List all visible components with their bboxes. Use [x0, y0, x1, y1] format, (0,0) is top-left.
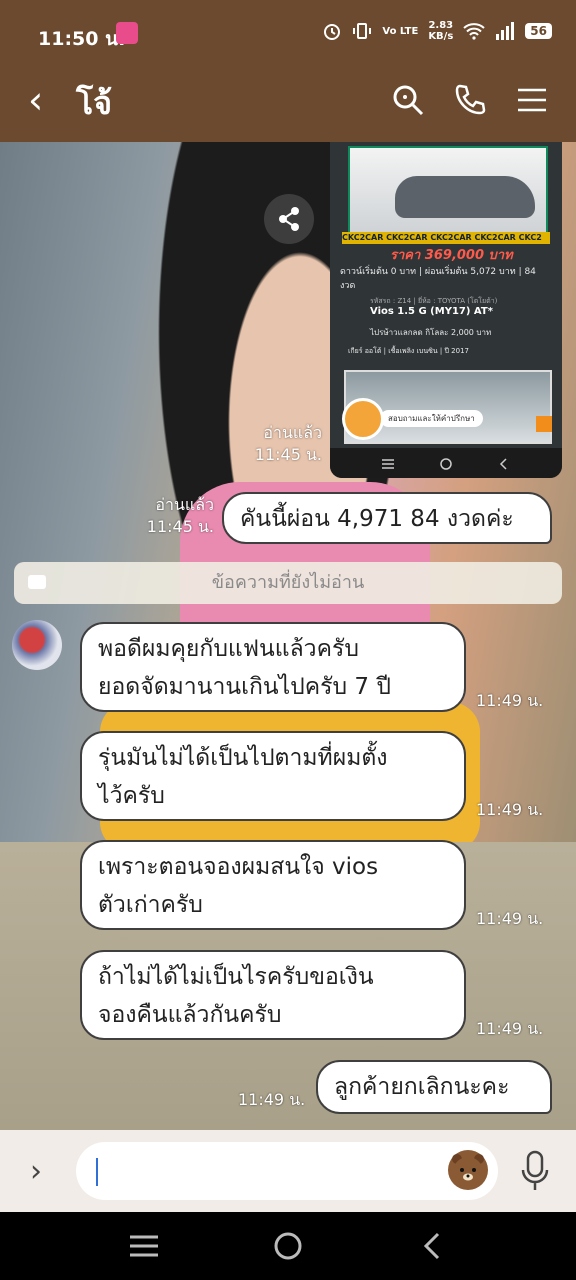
bear-sticker-icon[interactable]: [448, 1150, 488, 1190]
wifi-icon: [463, 23, 485, 40]
image-message[interactable]: CKC2CAR CKC2CAR CKC2CAR CKC2CAR CKC2 ราค…: [330, 142, 562, 478]
message-time: 11:49 น.: [476, 691, 544, 710]
search-icon[interactable]: [390, 82, 426, 118]
incoming-message[interactable]: รุ่นมันไม่ได้เป็นไปตามที่ผมตั้ง ไว้ครับ: [80, 731, 466, 821]
back-arrow-icon[interactable]: ‹: [28, 80, 43, 120]
image-read-receipt: อ่านแล้ว 11:45 น.: [254, 423, 322, 464]
battery-indicator: 56: [525, 23, 552, 39]
message-input[interactable]: [76, 1142, 498, 1200]
chat-title: โจ้: [76, 84, 112, 122]
message-time: 11:49 น.: [476, 1019, 544, 1038]
status-icons: Vo LTE 2.83 KB/s 56: [322, 20, 552, 42]
message-time: 11:49 น.: [476, 909, 544, 928]
consult-button: สอบถามและให้คำปรึกษา: [380, 410, 483, 427]
outgoing-message[interactable]: ลูกค้ายกเลิกนะคะ: [316, 1060, 552, 1114]
network-type: Vo LTE: [382, 25, 419, 37]
avatar[interactable]: [12, 620, 62, 670]
car-price: ราคา 369,000 บาท: [390, 248, 513, 263]
screenshot-navbar: [330, 448, 562, 478]
hamburger-menu-icon[interactable]: [514, 82, 550, 118]
screenshot-nav-icons: [382, 458, 507, 470]
alarm-icon: [324, 24, 341, 40]
message-time: 11:49 น.: [476, 800, 544, 819]
message-time: 11:49 น.: [238, 1090, 306, 1109]
text-cursor: [96, 1158, 98, 1186]
status-bar: 11:50 น. Vo LTE 2.83 KB/s 56: [0, 0, 576, 68]
message-input-bar: ›: [0, 1130, 576, 1212]
microphone-icon[interactable]: [520, 1148, 550, 1194]
chevron-right-icon[interactable]: ›: [30, 1154, 42, 1189]
status-time: 11:50 น.: [38, 28, 126, 50]
recent-apps-icon[interactable]: [128, 1234, 160, 1258]
down-payment-line: ดาวน์เริ่มต้น 0 บาท | ผ่อนเริ่มต้น 5,072…: [340, 267, 536, 291]
car-photo: [348, 146, 548, 234]
back-icon[interactable]: [420, 1232, 444, 1260]
phone-icon[interactable]: [452, 82, 488, 118]
share-button[interactable]: [264, 194, 314, 244]
app-notification-icon: [116, 22, 138, 44]
vibrate-icon: [353, 23, 372, 39]
chat-fab-icon: [342, 398, 384, 440]
label-icon: [28, 575, 46, 589]
signal-icon: [496, 22, 515, 40]
promo-text: ไปรษ้าวแลกลด กิโลละ 2,000 บาท: [370, 328, 492, 337]
incoming-message[interactable]: เพราะตอนจองผมสนใจ vios ตัวเก่าครับ: [80, 840, 466, 930]
share-icon: [279, 207, 299, 231]
network-speed: 2.83 KB/s: [428, 20, 454, 42]
incoming-message[interactable]: ถ้าไม่ได้ไม่เป็นไรครับขอเงิน จองคืนแล้วก…: [80, 950, 466, 1040]
car-specs: เกียร์ ออโต้ | เชื้อเพลิง เบนซิน | ปี 20…: [348, 347, 469, 355]
incoming-message[interactable]: พอดีผมคุยกับแฟนแล้วครับ ยอดจัดมานานเกินไ…: [80, 622, 466, 712]
outgoing-message[interactable]: คันนี้ผ่อน 4,971 84 งวดค่ะ: [222, 492, 552, 544]
scroll-up-icon: [536, 416, 552, 432]
dealer-banner: CKC2CAR CKC2CAR CKC2CAR CKC2CAR CKC2: [342, 232, 550, 244]
home-icon[interactable]: [272, 1230, 304, 1262]
chat-header: ‹ โจ้: [0, 68, 576, 142]
system-navigation-bar: [0, 1212, 576, 1280]
car-model: Vios 1.5 G (MY17) AT*: [370, 306, 493, 317]
message-read-receipt: อ่านแล้ว 11:45 น.: [146, 495, 214, 536]
unread-divider: ข้อความที่ยังไม่อ่าน: [14, 562, 562, 604]
chat-area[interactable]: CKC2CAR CKC2CAR CKC2CAR CKC2CAR CKC2 ราค…: [0, 142, 576, 1130]
